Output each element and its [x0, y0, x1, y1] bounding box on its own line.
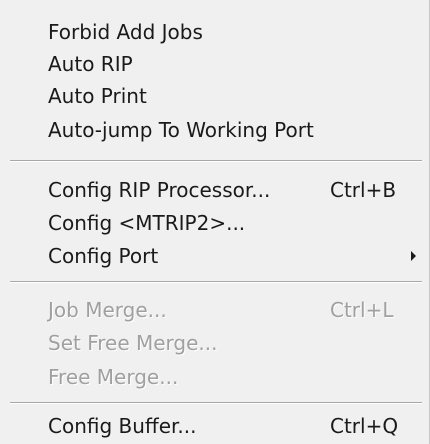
menu-separator [10, 402, 422, 404]
menu-item-config-rip-processor[interactable]: Config RIP Processor... Ctrl+B [0, 174, 430, 206]
menu-item-shortcut: Ctrl+B [330, 178, 397, 202]
menu-item-shortcut: Ctrl+L [330, 298, 394, 322]
menu-separator [10, 160, 422, 162]
menu-item-label: Auto-jump To Working Port [48, 118, 314, 142]
menu-item-auto-jump-to-working-port[interactable]: Auto-jump To Working Port [0, 114, 430, 146]
menu-item-forbid-add-jobs[interactable]: Forbid Add Jobs [0, 16, 430, 48]
context-menu: Forbid Add Jobs Auto RIP Auto Print Auto… [0, 0, 430, 444]
menu-item-label: Set Free Merge... [48, 331, 218, 355]
menu-item-label: Config Buffer... [48, 414, 197, 438]
menu-item-label: Auto Print [48, 84, 147, 108]
menu-separator [10, 281, 422, 283]
menu-item-shortcut: Ctrl+Q [330, 414, 399, 438]
submenu-arrow-icon [411, 251, 416, 261]
menu-item-job-merge: Job Merge... Ctrl+L [0, 294, 430, 326]
menu-item-auto-print[interactable]: Auto Print [0, 80, 430, 112]
menu-item-label: Auto RIP [48, 52, 133, 76]
menu-item-auto-rip[interactable]: Auto RIP [0, 48, 430, 80]
menu-item-label: Config RIP Processor... [48, 178, 271, 202]
menu-item-label: Free Merge... [48, 365, 179, 389]
menu-item-set-free-merge: Set Free Merge... [0, 327, 430, 359]
menu-item-label: Forbid Add Jobs [48, 20, 203, 44]
menu-item-free-merge: Free Merge... [0, 361, 430, 393]
menu-item-label: Config Port [48, 244, 159, 268]
menu-item-config-buffer[interactable]: Config Buffer... Ctrl+Q [0, 410, 430, 442]
menu-item-config-port[interactable]: Config Port [0, 240, 430, 272]
menu-item-config-mtrip2[interactable]: Config <MTRIP2>... [0, 207, 430, 239]
menu-item-label: Job Merge... [48, 298, 167, 322]
menu-item-label: Config <MTRIP2>... [48, 211, 246, 235]
